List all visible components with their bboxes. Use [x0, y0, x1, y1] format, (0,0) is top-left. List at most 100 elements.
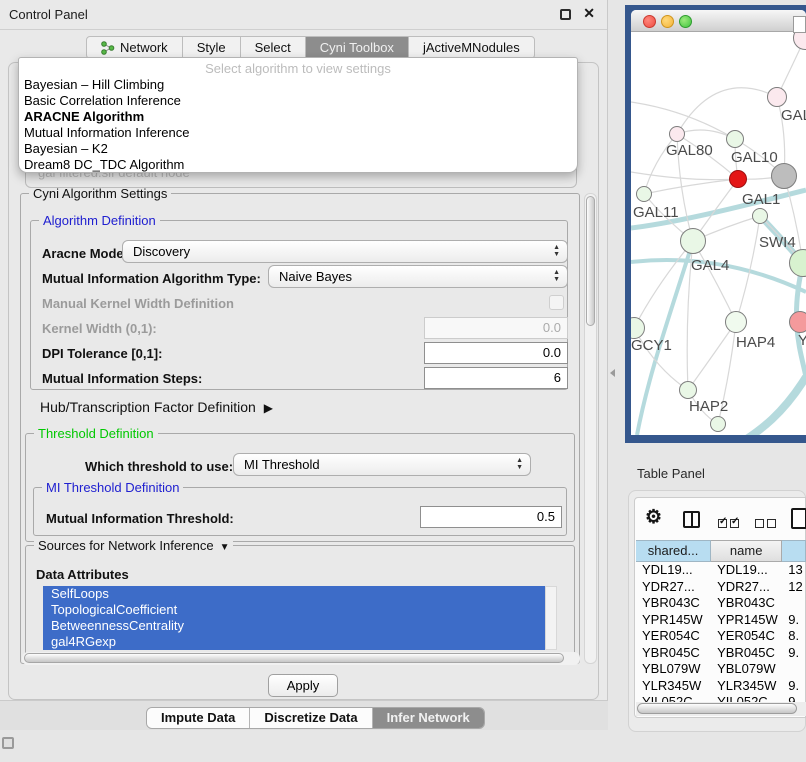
- attribute-list-item[interactable]: TopologicalCoefficient: [43, 602, 545, 618]
- dropdown-item[interactable]: Bayesian – Hill Climbing: [19, 77, 577, 93]
- table-cell: YDL19...: [711, 562, 782, 579]
- dropdown-item[interactable]: Dream8 DC_TDC Algorithm: [19, 157, 577, 173]
- dropdown-item[interactable]: Mutual Information Inference: [19, 125, 577, 141]
- network-node-y[interactable]: [789, 311, 806, 333]
- attribute-list-item[interactable]: gal4RGexp: [43, 634, 545, 650]
- table-cell: YPR145W: [711, 612, 782, 629]
- table-horizontal-scrollbar[interactable]: [636, 702, 806, 716]
- aracne-mode-label: Aracne Mode:: [42, 246, 128, 261]
- algorithm-dropdown[interactable]: Select algorithm to view settings Bayesi…: [18, 57, 578, 173]
- deselect-all-icon[interactable]: [755, 515, 779, 530]
- node-label: GAL: [781, 107, 806, 124]
- tab-select[interactable]: Select: [241, 37, 306, 58]
- aracne-mode-combo[interactable]: Discovery ▲▼: [122, 240, 568, 263]
- gear-icon[interactable]: ⚙: [645, 506, 662, 529]
- mi-type-value: Naive Bayes: [279, 269, 352, 284]
- network-node-swi4[interactable]: [752, 208, 768, 224]
- dpi-tolerance-field[interactable]: 0.0: [424, 342, 568, 364]
- apply-button[interactable]: Apply: [268, 674, 338, 697]
- network-window-frame[interactable]: GALGAL80GAL10GAL1GAL11SWI4GAL4GCY1HAP4YH…: [625, 5, 806, 443]
- table-cell: [782, 595, 806, 612]
- table-cell: YBR043C: [711, 595, 782, 612]
- attribute-list-item[interactable]: SelfLoops: [43, 586, 545, 602]
- network-node-gal10[interactable]: [726, 130, 744, 148]
- network-node[interactable]: [771, 163, 797, 189]
- export-table-icon[interactable]: [791, 508, 806, 529]
- close-panel-icon[interactable]: ✕: [583, 5, 595, 22]
- zoom-window-icon[interactable]: [679, 15, 692, 28]
- mi-threshold-field[interactable]: 0.5: [420, 506, 562, 528]
- float-panel-icon[interactable]: [560, 9, 571, 20]
- node-label: GCY1: [631, 337, 672, 354]
- table-row[interactable]: YPR145WYPR145W9.: [636, 612, 806, 629]
- network-node-hap2[interactable]: [679, 381, 697, 399]
- aracne-mode-value: Discovery: [133, 244, 190, 259]
- table-cell: YBL079W: [636, 661, 711, 678]
- network-node-gal4[interactable]: [680, 228, 706, 254]
- network-node-gal11[interactable]: [636, 186, 652, 202]
- table-row[interactable]: YDR27...YDR27...12: [636, 579, 806, 596]
- network-canvas[interactable]: GALGAL80GAL10GAL1GAL11SWI4GAL4GCY1HAP4YH…: [631, 32, 806, 435]
- network-node-gal[interactable]: [767, 87, 787, 107]
- settings-vertical-scrollbar[interactable]: [584, 193, 597, 664]
- tab-cyni-toolbox[interactable]: Cyni Toolbox: [306, 37, 409, 58]
- scrollbar-thumb[interactable]: [586, 196, 595, 326]
- table-toolbar: ⚙ ✓✓: [634, 500, 806, 536]
- column-header-partial[interactable]: [782, 540, 806, 562]
- tab-impute-data[interactable]: Impute Data: [147, 708, 250, 728]
- network-window-titlebar[interactable]: [631, 10, 806, 32]
- columns-icon[interactable]: [683, 511, 700, 528]
- node-label: GAL10: [731, 149, 778, 166]
- minimize-window-icon[interactable]: [661, 15, 674, 28]
- combo-arrows-icon: ▲▼: [553, 244, 560, 258]
- column-header-shared-name[interactable]: shared...: [636, 540, 711, 562]
- settings-horizontal-scrollbar[interactable]: [22, 652, 580, 665]
- scrollbar-thumb[interactable]: [24, 653, 564, 663]
- splitter-collapse-icon[interactable]: [610, 369, 615, 377]
- network-node-gal80[interactable]: [669, 126, 685, 142]
- table-row[interactable]: YDL19...YDL19...13: [636, 562, 806, 579]
- table-row[interactable]: YLR345WYLR345W9.: [636, 678, 806, 695]
- table-row[interactable]: YER054CYER054C8.: [636, 628, 806, 645]
- node-label: HAP4: [736, 334, 775, 351]
- tab-network[interactable]: Network: [87, 37, 183, 58]
- table-cell: YER054C: [636, 628, 711, 645]
- network-node-gal1[interactable]: [729, 170, 747, 188]
- mi-steps-field[interactable]: 6: [424, 367, 568, 389]
- attributes-scrollbar[interactable]: [545, 586, 557, 650]
- column-header-name[interactable]: name: [711, 540, 782, 562]
- algorithm-dropdown-list: Bayesian – Hill ClimbingBasic Correlatio…: [19, 77, 577, 173]
- mi-threshold-label: Mutual Information Threshold:: [46, 511, 234, 526]
- dropdown-item[interactable]: Basic Correlation Inference: [19, 93, 577, 109]
- manual-kernel-checkbox[interactable]: [549, 295, 564, 310]
- table-cell: YBL079W: [711, 661, 782, 678]
- table-cell: YER054C: [711, 628, 782, 645]
- manual-kernel-label: Manual Kernel Width Definition: [42, 296, 234, 311]
- network-node[interactable]: [710, 416, 726, 432]
- close-window-icon[interactable]: [643, 15, 656, 28]
- dropdown-item[interactable]: Bayesian – K2: [19, 141, 577, 157]
- table-row[interactable]: YBR043CYBR043C: [636, 595, 806, 612]
- table-row[interactable]: YBL079WYBL079W: [636, 661, 806, 678]
- table-row[interactable]: YBR045CYBR045C9.: [636, 645, 806, 662]
- control-panel: Control Panel ✕ Network Style Select Cyn…: [0, 0, 608, 730]
- collapsed-panel-icon[interactable]: [2, 737, 14, 749]
- network-node-hap4[interactable]: [725, 311, 747, 333]
- kernel-width-field[interactable]: 0.0: [424, 317, 568, 339]
- sources-title[interactable]: Sources for Network Inference▼: [34, 538, 233, 553]
- table-cell: 9.: [782, 645, 806, 662]
- tab-discretize-data[interactable]: Discretize Data: [250, 708, 372, 728]
- scrollbar-thumb[interactable]: [637, 703, 797, 714]
- mi-type-combo[interactable]: Naive Bayes ▲▼: [268, 265, 568, 288]
- attribute-list-item[interactable]: BetweennessCentrality: [43, 618, 545, 634]
- tab-style[interactable]: Style: [183, 37, 241, 58]
- mi-steps-label: Mutual Information Steps:: [42, 371, 202, 386]
- hub-definition-toggle[interactable]: Hub/Transcription Factor Definition▶: [40, 399, 273, 415]
- dropdown-item[interactable]: ARACNE Algorithm: [19, 109, 577, 125]
- tab-infer-network[interactable]: Infer Network: [373, 708, 484, 728]
- threshold-definition-title: Threshold Definition: [34, 426, 158, 441]
- which-threshold-combo[interactable]: MI Threshold ▲▼: [233, 453, 531, 476]
- select-all-icon[interactable]: ✓✓: [718, 515, 742, 530]
- tab-jactivemnodules[interactable]: jActiveMNodules: [409, 37, 534, 58]
- collapse-down-icon: ▼: [220, 542, 230, 553]
